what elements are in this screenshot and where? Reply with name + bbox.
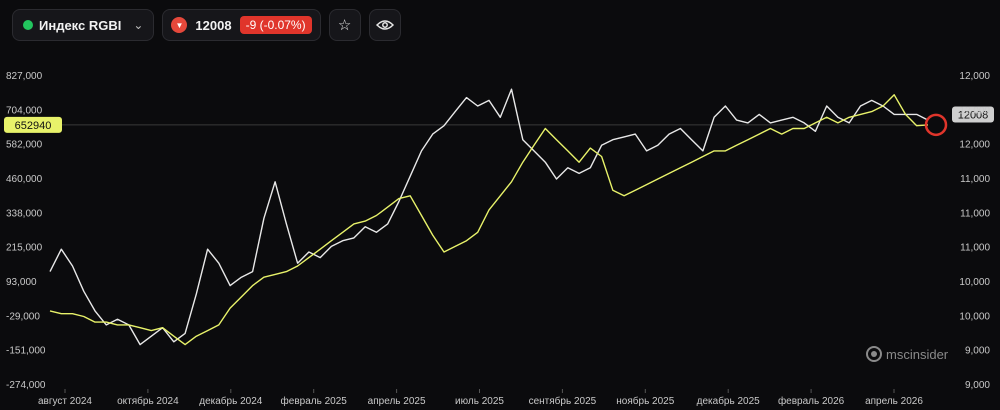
- left-axis-tick: -151,000: [6, 346, 46, 357]
- left-axis-tick: 338,000: [6, 208, 43, 219]
- left-axis-tick: 460,000: [6, 174, 43, 185]
- x-axis-tick: сентябрь 2025: [529, 395, 597, 407]
- series-line-2: [49, 94, 929, 346]
- left-axis-tick: -274,000: [6, 380, 46, 391]
- right-axis-tick: 10,000: [959, 277, 990, 288]
- left-axis-tick: -29,000: [6, 311, 40, 322]
- watermark-text: mscinsider: [886, 346, 949, 362]
- x-axis-tick: июль 2025: [455, 396, 504, 407]
- right-axis-tick: 11,000: [960, 174, 990, 185]
- left-axis-tick: 93,000: [6, 277, 37, 288]
- left-axis-tick: 582,000: [6, 140, 43, 151]
- x-axis-tick: ноябрь 2025: [616, 395, 674, 407]
- right-axis-tick: 10,000: [959, 311, 990, 322]
- x-axis-tick: октябрь 2024: [117, 395, 179, 407]
- right-axis-tick: 9,000: [965, 346, 990, 357]
- x-axis-tick: апрель 2026: [865, 396, 923, 407]
- series-line-1: [49, 88, 929, 346]
- left-value-label: 652940: [15, 120, 52, 132]
- price-chart[interactable]: 65294012008 827,000704,000582,000460,000…: [0, 0, 1000, 410]
- left-axis-tick: 827,000: [6, 71, 43, 82]
- x-axis-tick: февраль 2025: [281, 395, 348, 407]
- x-axis-tick: декабрь 2024: [199, 395, 263, 407]
- x-axis-tick: август 2024: [38, 396, 92, 407]
- right-axis-tick: 9,000: [965, 380, 990, 391]
- x-axis-tick: февраль 2026: [778, 395, 845, 407]
- right-axis-tick: 12,000: [959, 140, 990, 151]
- right-axis-tick: 12,000: [959, 105, 990, 116]
- x-axis-tick: декабрь 2025: [697, 395, 761, 407]
- left-axis-tick: 704,000: [6, 105, 43, 116]
- watermark: mscinsider: [866, 346, 948, 362]
- last-point-marker: [924, 113, 948, 137]
- logo-icon: [866, 346, 882, 362]
- x-axis-tick: апрель 2025: [368, 396, 426, 407]
- left-axis-tick: 215,000: [6, 243, 43, 254]
- right-axis-tick: 11,000: [960, 208, 990, 219]
- right-axis-tick: 12,000: [959, 71, 990, 82]
- right-axis-tick: 11,000: [960, 243, 990, 254]
